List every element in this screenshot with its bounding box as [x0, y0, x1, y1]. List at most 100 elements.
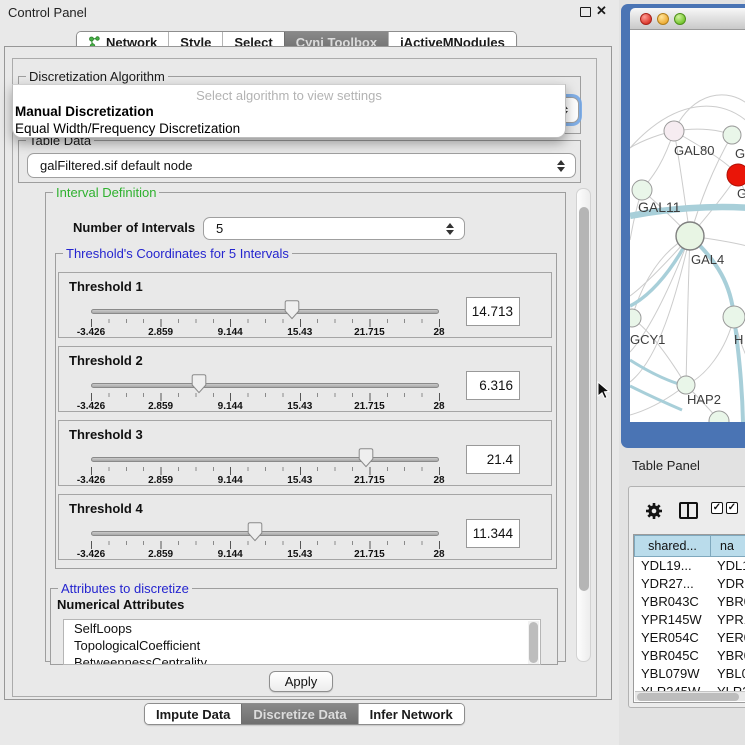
cell-name[interactable]: YPR1 [711, 611, 745, 629]
list-scrollbar[interactable] [528, 621, 539, 665]
network-nodes[interactable] [630, 121, 745, 422]
tick-label: 2.859 [148, 475, 173, 486]
tick-label: 21.715 [354, 327, 385, 338]
table-rows: YDL19...YDL1YDR27...YDR2YBR043CYBR0YPR14… [634, 557, 745, 703]
combo-stepper-icon [445, 218, 455, 239]
node-h[interactable] [723, 306, 745, 328]
close-icon[interactable]: ✕ [596, 3, 607, 19]
cell-name[interactable]: YIL0 [711, 701, 745, 703]
label-gcy1: GCY1 [630, 332, 665, 347]
cell-shared-name[interactable]: YDL19... [634, 557, 711, 575]
node-attribute-table[interactable]: shared... na YDL19...YDL1YDR27...YDR2YBR… [633, 534, 745, 703]
apply-button[interactable]: Apply [269, 671, 333, 692]
slider-major-ticks [91, 541, 440, 549]
table-row[interactable]: YBR045CYBR0 [634, 647, 745, 665]
cell-shared-name[interactable]: YPR145W [634, 611, 711, 629]
table-row[interactable]: YDL19...YDL1 [634, 557, 745, 575]
network-window-titlebar[interactable] [630, 8, 745, 30]
table-row[interactable]: YBL079WYBL0 [634, 665, 745, 683]
checkbox-icon[interactable]: ✓ [726, 502, 738, 514]
threshold-2-slider[interactable]: -3.4262.8599.14415.4321.71528 [91, 347, 440, 413]
threshold-1-box: Threshold 1 -3.4262.8599.14415.4321.7152… [58, 272, 552, 338]
slider-major-ticks [91, 319, 440, 327]
cell-name[interactable]: YBR0 [711, 593, 745, 611]
cell-shared-name[interactable]: YBL079W [634, 665, 711, 683]
cell-name[interactable]: YBR0 [711, 647, 745, 665]
tick-label: 28 [433, 549, 444, 560]
slider-major-ticks [91, 467, 440, 475]
split-table-icon[interactable] [679, 502, 698, 519]
cell-shared-name[interactable]: YBR043C [634, 593, 711, 611]
table-row[interactable]: YDR27...YDR2 [634, 575, 745, 593]
node-partial-top-right[interactable] [723, 126, 741, 144]
cell-name[interactable]: YER0 [711, 629, 745, 647]
close-button-icon[interactable] [640, 13, 652, 25]
slider-thumb-icon[interactable] [358, 448, 374, 468]
control-panel-title: Control Panel [8, 5, 87, 20]
cell-name[interactable]: YDR2 [711, 575, 745, 593]
list-scrollbar-thumb[interactable] [529, 622, 538, 663]
table-data-combobox[interactable]: galFiltered.sif default node [27, 153, 576, 178]
threshold-4-slider[interactable]: -3.4262.8599.14415.4321.71528 [91, 495, 440, 561]
cell-shared-name[interactable]: YIL052C [634, 701, 711, 703]
column-header-name[interactable]: na [711, 535, 745, 557]
column-header-shared-name[interactable]: shared... [634, 535, 711, 557]
screen: Control Panel ✕ Network Style Select Cyn… [0, 0, 745, 745]
slider-track[interactable] [91, 457, 439, 462]
threshold-1-slider[interactable]: -3.4262.8599.14415.4321.71528 [91, 273, 440, 339]
table-hscrollbar-thumb[interactable] [637, 693, 739, 701]
table-horizontal-scrollbar[interactable] [635, 691, 745, 701]
tick-label: -3.426 [77, 549, 105, 560]
tab-impute-data[interactable]: Impute Data [145, 704, 241, 724]
dropdown-option-manual-discretization[interactable]: Manual Discretization [15, 104, 154, 119]
settings-vertical-scrollbar[interactable] [576, 188, 591, 662]
threshold-3-value-field[interactable]: 21.4 [466, 445, 520, 474]
settings-scrollbar-thumb[interactable] [579, 207, 589, 591]
table-row[interactable]: YBR043CYBR0 [634, 593, 745, 611]
network-canvas[interactable]: GAL80 GA GA GAL11 GAL4 GCY1 H HAP2 [630, 30, 745, 422]
threshold-2-value-field[interactable]: 6.316 [466, 371, 520, 400]
number-of-intervals-value: 5 [204, 221, 464, 236]
minimize-button-icon[interactable] [657, 13, 669, 25]
attribute-list-item[interactable]: BetweennessCentrality [64, 654, 540, 665]
tick-label: -3.426 [77, 475, 105, 486]
gear-icon[interactable] [645, 502, 663, 520]
table-row[interactable]: YPR145WYPR1 [634, 611, 745, 629]
number-of-intervals-combobox[interactable]: 5 [203, 217, 465, 240]
tick-label: 15.43 [287, 549, 312, 560]
slider-thumb-icon[interactable] [247, 522, 263, 542]
slider-thumb-icon[interactable] [191, 374, 207, 394]
node-gal4[interactable] [676, 222, 704, 250]
cell-shared-name[interactable]: YBR045C [634, 647, 711, 665]
attribute-list-item[interactable]: SelfLoops [64, 620, 540, 637]
slider-track[interactable] [91, 383, 439, 388]
tick-label: 28 [433, 475, 444, 486]
node-gal80[interactable] [664, 121, 684, 141]
node-selected-red[interactable] [727, 164, 745, 186]
tab-infer-network[interactable]: Infer Network [358, 704, 464, 724]
table-row[interactable]: YIL052CYIL0 [634, 701, 745, 703]
table-data-combobox-value: galFiltered.sif default node [28, 158, 575, 173]
slider-thumb-icon[interactable] [284, 300, 300, 320]
tab-impute-data-label: Impute Data [156, 707, 230, 722]
slider-track[interactable] [91, 531, 439, 536]
numerical-attributes-list[interactable]: SelfLoopsTopologicalCoefficientBetweenne… [63, 619, 541, 665]
slider-track[interactable] [91, 309, 439, 314]
zoom-button-icon[interactable] [674, 13, 686, 25]
attribute-list-item[interactable]: TopologicalCoefficient [64, 637, 540, 654]
cell-name[interactable]: YDL1 [711, 557, 745, 575]
threshold-1-value-field[interactable]: 14.713 [466, 297, 520, 326]
float-panel-icon[interactable] [580, 7, 591, 17]
network-window: GAL80 GA GA GAL11 GAL4 GCY1 H HAP2 [621, 4, 745, 448]
cell-shared-name[interactable]: YDR27... [634, 575, 711, 593]
threshold-3-slider[interactable]: -3.4262.8599.14415.4321.71528 [91, 421, 440, 487]
cell-name[interactable]: YBL0 [711, 665, 745, 683]
checkbox-icon[interactable]: ✓ [711, 502, 723, 514]
dropdown-option-equal-width-frequency[interactable]: Equal Width/Frequency Discretization [15, 121, 240, 136]
control-panel-titlebar: Control Panel ✕ [0, 0, 619, 24]
node-gal11[interactable] [632, 180, 652, 200]
table-row[interactable]: YER054CYER0 [634, 629, 745, 647]
cell-shared-name[interactable]: YER054C [634, 629, 711, 647]
tab-discretize-data[interactable]: Discretize Data [241, 704, 357, 724]
threshold-4-value-field[interactable]: 11.344 [466, 519, 520, 548]
